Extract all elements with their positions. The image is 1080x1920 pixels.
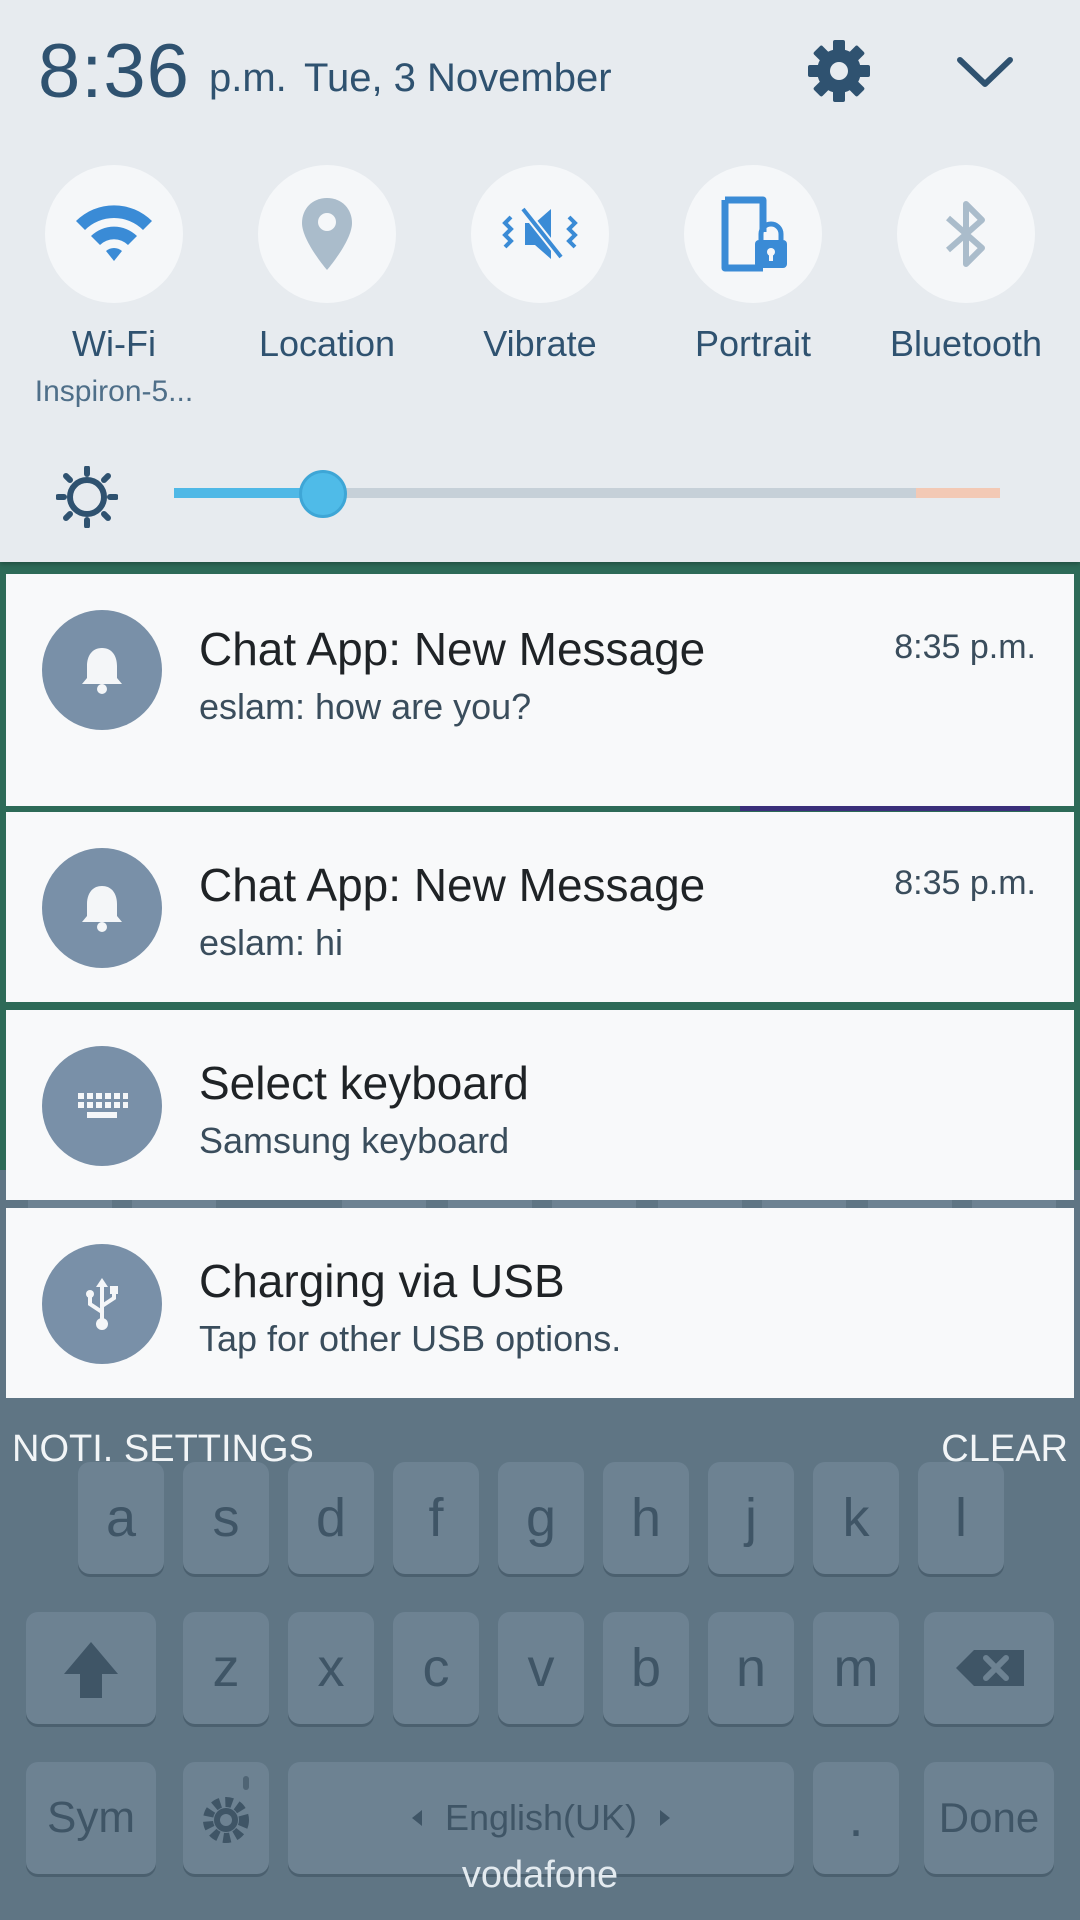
toggle-vibrate-button[interactable]: [471, 165, 609, 303]
key-x[interactable]: x: [288, 1612, 374, 1724]
notification-select-keyboard[interactable]: Select keyboard Samsung keyboard: [6, 1010, 1074, 1200]
bell-icon: [82, 648, 122, 694]
notification-app-avatar: [42, 1244, 162, 1364]
notification-body: Samsung keyboard: [199, 1120, 510, 1161]
key-v[interactable]: v: [498, 1612, 584, 1724]
toggle-wifi-label: Wi-Fi: [72, 323, 156, 364]
portrait-lock-icon: [721, 196, 787, 272]
toggle-portrait[interactable]: Portrait: [653, 165, 853, 365]
wifi-icon: [76, 205, 152, 261]
toggle-bluetooth[interactable]: Bluetooth: [866, 165, 1066, 365]
carrier-label: vodafone: [461, 1854, 619, 1896]
notification-time: 8:35 p.m.: [894, 864, 1036, 902]
notification-app-avatar: [42, 848, 162, 968]
toggle-vibrate[interactable]: Vibrate: [440, 165, 640, 365]
location-icon: [302, 198, 352, 270]
brightness-slider[interactable]: [174, 470, 1000, 518]
notification-body: eslam: hi: [199, 922, 344, 963]
toggle-bluetooth-button[interactable]: [897, 165, 1035, 303]
key-j[interactable]: j: [708, 1462, 794, 1574]
vibrate-icon: [502, 206, 578, 260]
backspace-key[interactable]: [924, 1612, 1054, 1724]
shift-key[interactable]: [26, 1612, 156, 1724]
notification-title: Select keyboard: [199, 1057, 529, 1109]
usb-icon: [86, 1278, 118, 1330]
shift-icon: [64, 1642, 118, 1698]
chevron-down-icon[interactable]: [952, 46, 1018, 96]
quick-settings-panel: 8:36 p.m. Tue, 3 November Wi-Fi Inspiron…: [0, 0, 1080, 562]
clock: 8:36: [38, 29, 190, 114]
key-a[interactable]: a: [78, 1462, 164, 1574]
sun-icon: [56, 466, 118, 528]
gear-icon[interactable]: [806, 38, 872, 104]
notification-settings-button[interactable]: NOTI. SETTINGS: [12, 1428, 314, 1471]
key-s[interactable]: s: [183, 1462, 269, 1574]
keyboard-icon: [78, 1093, 128, 1118]
key-z[interactable]: z: [183, 1612, 269, 1724]
notification-chat-1[interactable]: Chat App: New Message eslam: how are you…: [6, 574, 1074, 806]
toggle-location-button[interactable]: [258, 165, 396, 303]
date: Tue, 3 November: [304, 56, 612, 100]
toggle-location-label: Location: [258, 323, 396, 364]
brightness-slider-high-zone: [916, 488, 1000, 498]
brightness-slider-thumb[interactable]: [299, 470, 347, 518]
toggle-wifi-network: Inspiron-5...: [34, 375, 194, 408]
key-m[interactable]: m: [813, 1612, 899, 1724]
notification-time: 8:35 p.m.: [894, 628, 1036, 666]
key-c[interactable]: c: [393, 1612, 479, 1724]
key-n[interactable]: n: [708, 1612, 794, 1724]
key-d[interactable]: d: [288, 1462, 374, 1574]
key-h[interactable]: h: [603, 1462, 689, 1574]
notification-title: Charging via USB: [199, 1255, 565, 1307]
notification-title: Chat App: New Message: [199, 623, 706, 675]
key-g[interactable]: g: [498, 1462, 584, 1574]
toggle-wifi-button[interactable]: [45, 165, 183, 303]
toggle-bluetooth-label: Bluetooth: [889, 323, 1043, 364]
notification-title: Chat App: New Message: [199, 859, 706, 911]
key-k[interactable]: k: [813, 1462, 899, 1574]
bell-icon: [82, 886, 122, 932]
toggle-location[interactable]: Location: [227, 165, 427, 365]
toggle-portrait-button[interactable]: [684, 165, 822, 303]
clear-button[interactable]: CLEAR: [941, 1428, 1068, 1471]
toggle-vibrate-label: Vibrate: [483, 323, 597, 364]
notification-chat-2[interactable]: Chat App: New Message eslam: hi 8:35 p.m…: [6, 812, 1074, 1002]
backspace-icon: [956, 1650, 1024, 1686]
key-b[interactable]: b: [603, 1612, 689, 1724]
key-l[interactable]: l: [918, 1462, 1004, 1574]
language-label: English(UK): [444, 1797, 638, 1838]
notification-app-avatar: [42, 1046, 162, 1166]
bluetooth-icon: [946, 201, 985, 267]
notification-usb-charging[interactable]: Charging via USB Tap for other USB optio…: [6, 1208, 1074, 1398]
notification-body: Tap for other USB options.: [199, 1318, 622, 1359]
toggle-portrait-label: Portrait: [694, 323, 812, 364]
key-f[interactable]: f: [393, 1462, 479, 1574]
clock-ampm: p.m.: [209, 56, 287, 100]
toggle-wifi[interactable]: Wi-Fi Inspiron-5...: [14, 165, 214, 409]
notification-body: eslam: how are you?: [199, 686, 532, 727]
notification-app-avatar: [42, 610, 162, 730]
